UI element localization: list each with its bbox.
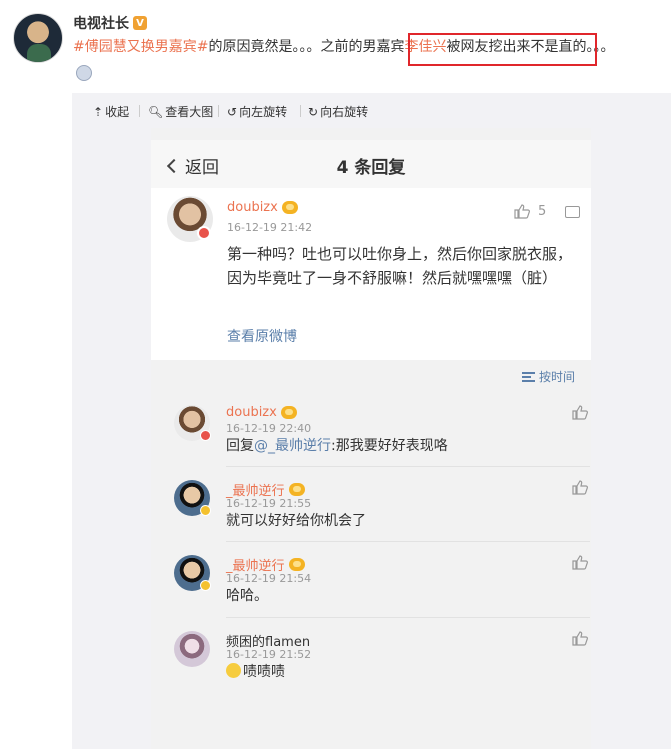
reply-text: 啧啧啧 [226,662,285,682]
reply-user[interactable]: doubizx [226,405,297,420]
sort-icon [521,371,535,382]
collapse-icon: ⇡ [93,104,104,119]
rotate-right-icon: ↻ [308,104,319,119]
crown-icon [288,558,305,571]
magnifier-icon: 🔍︎ [148,104,164,119]
rotate-right-label: 向右旋转 [320,105,369,119]
reply-item: 频困的flamen 16-12-19 21:52 啧啧啧 [167,619,591,695]
rotate-right-button[interactable]: ↻ 向右旋转 [308,103,368,120]
toolbar-divider [139,105,140,117]
crown-icon [288,483,305,496]
reply-text: 回复@_最帅逆行:那我要好好表现咯 [226,436,448,456]
divider [226,617,590,618]
view-large-label: 查看大图 [165,105,214,119]
reply-time: 16-12-19 21:52 [226,648,311,661]
toolbar-divider [300,105,301,117]
rotate-left-icon: ↺ [227,104,238,119]
emoji-icon [226,663,241,678]
comment-user-name[interactable]: doubizx [227,200,278,215]
emoji-icon [76,65,92,81]
toolbar-divider [218,105,219,117]
author-name[interactable]: 电视社长 V [73,13,147,33]
avatar[interactable] [174,631,210,667]
reply-user-name[interactable]: doubizx [226,405,277,420]
hashtag-link[interactable]: #傅园慧又换男嘉宾# [73,39,208,55]
crown-icon [280,406,297,419]
image-toolbar: ⇡ 收起 🔍︎ 查看大图 ↺ 向左旋转 ↻ 向右旋转 [72,93,671,128]
reply-screenshot: 返回 4 条回复 doubizx 16-12-19 21:42 5 第一种吗？吐… [151,128,591,749]
reply-time: 16-12-19 21:55 [226,497,312,510]
reply-time: 16-12-19 22:40 [226,422,312,435]
reply-item: doubizx 16-12-19 22:40 回复@_最帅逆行:那我要好好表现咯 [167,393,591,469]
member-badge-icon [200,430,211,441]
comment-user[interactable]: doubizx [227,200,298,215]
like-count: 5 [538,204,547,219]
verified-badge-icon: V [133,16,147,30]
reply-item: _最帅逆行 16-12-19 21:55 就可以好好给你机会了 [167,468,591,544]
sort-label: 按时间 [538,370,575,384]
member-badge-icon [200,505,211,516]
thumbs-up-icon[interactable] [572,405,588,420]
comment-time: 16-12-19 21:42 [227,221,313,234]
reply-text-body: 啧啧啧 [243,664,285,680]
red-highlight-box [408,33,597,66]
view-original-link[interactable]: 查看原微博 [227,326,297,346]
thumbs-up-icon[interactable] [572,555,588,570]
reply-time-text: 16-12-19 21:52 [226,648,312,661]
divider [226,466,590,467]
crown-icon [281,201,298,214]
thumbs-up-icon[interactable] [572,631,588,646]
nav-bar: 返回 4 条回复 [151,140,591,188]
post-text-mid: 的原因竟然是。。。之前的男嘉宾 [208,39,405,55]
member-badge-icon [200,580,211,591]
sort-toggle[interactable]: 按时间 [521,368,575,385]
thumbs-up-icon[interactable] [514,204,530,219]
weibo-post: 电视社长 V #傅园慧又换男嘉宾#的原因竟然是。。。之前的男嘉宾李佳兴被网友挖出… [0,0,671,749]
reply-rest: :那我要好好表现咯 [331,438,448,454]
main-comment: doubizx 16-12-19 21:42 5 第一种吗？吐也可以吐你身上，然… [151,188,591,360]
thumbs-up-icon[interactable] [572,480,588,495]
view-large-button[interactable]: 🔍︎ 查看大图 [148,103,213,120]
author-name-text[interactable]: 电视社长 [73,13,129,33]
comment-text: 第一种吗？吐也可以吐你身上，然后你回家脱衣服，因为毕竟吐了一身不舒服嘛！然后就嘿… [227,245,573,287]
divider [226,541,590,542]
collapse-label: 收起 [105,105,130,119]
author-avatar[interactable] [13,13,63,63]
member-badge-icon [197,226,211,240]
reply-prefix: 回复 [226,438,254,454]
collapse-button[interactable]: ⇡ 收起 [93,103,129,120]
rotate-left-label: 向左旋转 [239,105,288,119]
reply-text: 就可以好好给你机会了 [226,513,366,529]
page-title: 4 条回复 [336,158,406,178]
reply-item: _最帅逆行 16-12-19 21:54 哈哈。 [167,543,591,619]
reply-text: 哈哈。 [226,588,268,604]
reply-time: 16-12-19 21:54 [226,572,312,585]
comment-icon[interactable] [565,206,580,218]
rotate-left-button[interactable]: ↺ 向左旋转 [227,103,287,120]
mention-link[interactable]: @_最帅逆行 [254,438,331,454]
